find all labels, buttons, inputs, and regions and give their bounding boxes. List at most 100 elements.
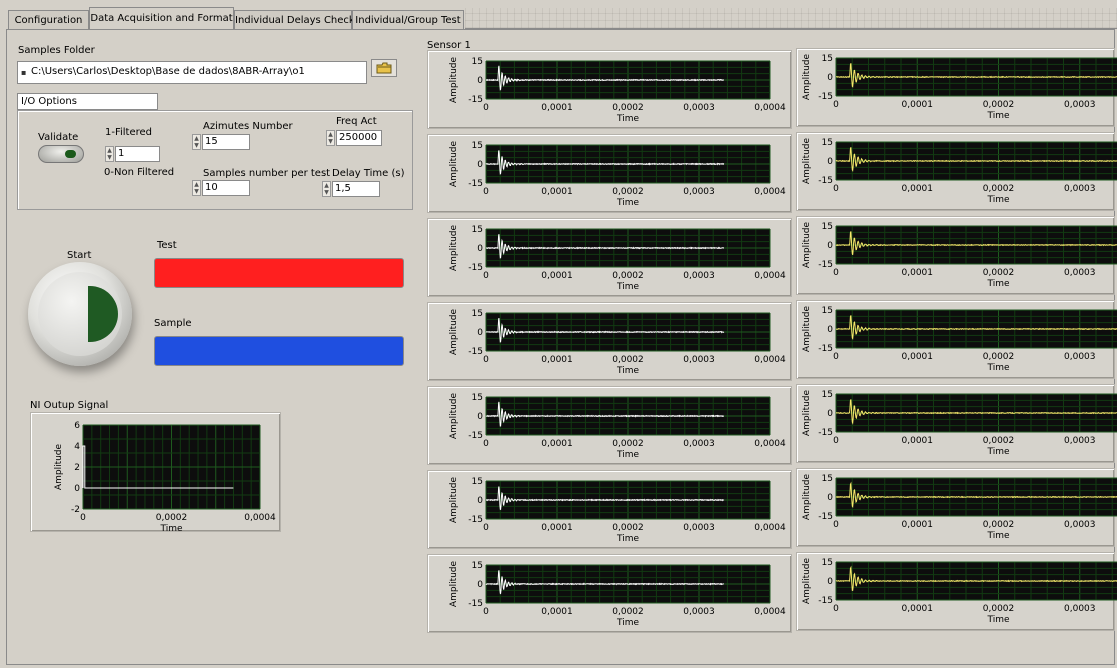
- y-tick-label: -15: [818, 176, 833, 186]
- filtered-numeric[interactable]: ▲ ▼ 1: [105, 146, 160, 162]
- browse-folder-button[interactable]: [371, 59, 397, 77]
- x-tick-label: 0,0004: [754, 187, 786, 197]
- azimutes-spin-icon[interactable]: ▲ ▼: [192, 134, 201, 150]
- x-tick-label: 0,0002: [983, 184, 1015, 194]
- graph-svg: 0 0,0001 0,0002 0,0003 0,0004150-15TimeAmpli…: [449, 56, 786, 124]
- x-axis-title: Time: [616, 366, 639, 376]
- graph-svg: 00,00010,00020,00030,00150-15TimeAmplitu…: [802, 389, 1117, 457]
- y-tick-label: 0: [477, 76, 483, 86]
- x-tick-label: 0,0004: [754, 103, 786, 113]
- delay-time-numeric[interactable]: ▲ ▼ 1,5: [322, 181, 380, 197]
- graph-svg: 00,00010,00020,00030,00150-15TimeAmplitu…: [802, 137, 1117, 205]
- sample-label: Sample: [154, 318, 192, 329]
- x-tick-label: 0,0001: [541, 103, 573, 113]
- tab-individual-group-test[interactable]: Individual/Group Test: [352, 10, 464, 29]
- y-tick-label: 0: [477, 496, 483, 506]
- x-tick-label: 0,0001: [902, 100, 934, 110]
- sensor-graph-left[interactable]: 0 0,0001 0,0002 0,0003 0,0004 15 0 -15 Time Ampli…: [427, 134, 792, 213]
- x-axis-title: Time: [616, 198, 639, 208]
- x-tick-label: 0,0002: [983, 604, 1015, 614]
- y-axis-title: Amplitude: [449, 224, 459, 271]
- delay-time-value[interactable]: 1,5: [332, 181, 380, 197]
- y-axis-title: Amplitude: [54, 443, 64, 490]
- y-tick-label: 15: [472, 561, 483, 571]
- x-axis-title: Time: [986, 111, 1009, 121]
- x-tick-label: 0,0003: [1064, 520, 1096, 530]
- x-axis-title: Time: [986, 363, 1009, 373]
- y-tick-label: -15: [468, 515, 483, 525]
- x-tick-label: 0,0001: [902, 436, 934, 446]
- sensor-graph-left[interactable]: 0 0,0001 0,0002 0,0003 0,0004 15 0 -15 Time Ampli…: [427, 554, 792, 633]
- samples-per-test-numeric[interactable]: ▲ ▼ 10: [192, 180, 250, 196]
- sensor-graph-left[interactable]: 0 0,0001 0,0002 0,0003 0,0004 15 0 -15 Time Ampli…: [427, 386, 792, 465]
- tab-configuration[interactable]: Configuration: [8, 10, 89, 29]
- samples-per-test-label: Samples number per test: [203, 168, 331, 179]
- freq-spin-icon[interactable]: ▲ ▼: [326, 130, 335, 146]
- y-tick-label: 0: [827, 325, 833, 335]
- y-axis-title: Amplitude: [802, 53, 812, 100]
- y-tick-label: -15: [468, 599, 483, 609]
- x-tick-label: 0: [483, 355, 489, 365]
- sensor-graph-right[interactable]: 00,00010,00020,00030,00150-15TimeAmplitu…: [796, 48, 1117, 127]
- x-tick-label: 0,0001: [902, 604, 934, 614]
- x-axis-title: Time: [986, 447, 1009, 457]
- x-tick-label: 0,0001: [541, 523, 573, 533]
- x-axis-title: Time: [986, 195, 1009, 205]
- filtered-spin-icon[interactable]: ▲ ▼: [105, 146, 114, 162]
- graph-svg: 0 0,0001 0,0002 0,0003 0,0004150-15TimeAmpli…: [449, 308, 786, 376]
- x-tick-label: 0,0001: [902, 184, 934, 194]
- sensor-graph-left[interactable]: 0 0,0001 0,0002 0,0003 0,0004 15 0 -15 Time Ampli…: [427, 218, 792, 297]
- validate-label: Validate: [38, 132, 79, 143]
- sensor-graph-right[interactable]: 00,00010,00020,00030,00150-15TimeAmplitu…: [796, 300, 1117, 379]
- y-axis-title: Amplitude: [802, 137, 812, 184]
- azimutes-value[interactable]: 15: [202, 134, 250, 150]
- x-tick-label: 0: [80, 513, 86, 523]
- y-tick-label: -15: [468, 179, 483, 189]
- filtered-value[interactable]: 1: [115, 146, 160, 162]
- x-axis-title: Time: [616, 534, 639, 544]
- sensor-graph-left[interactable]: 0 0,0001 0,0002 0,0003 0,0004 15 0 -15 Time Ampli…: [427, 470, 792, 549]
- samples-spin-icon[interactable]: ▲ ▼: [192, 180, 201, 196]
- y-tick-label: 15: [822, 558, 833, 568]
- x-tick-label: 0,0002: [612, 607, 644, 617]
- x-tick-label: 0,0003: [1064, 604, 1096, 614]
- sensor-graph-right[interactable]: 00,00010,00020,00030,00150-15TimeAmplitu…: [796, 132, 1117, 211]
- start-button[interactable]: [28, 262, 132, 366]
- validate-button[interactable]: [38, 145, 84, 163]
- delay-spin-icon[interactable]: ▲ ▼: [322, 181, 331, 197]
- sensor-graph-right[interactable]: 00,00010,00020,00030,00150-15TimeAmplitu…: [796, 552, 1117, 631]
- sensor-graph-right[interactable]: 00,00010,00020,00030,00150-15TimeAmplitu…: [796, 384, 1117, 463]
- freq-act-numeric[interactable]: ▲ ▼ 250000: [326, 130, 382, 146]
- ni-output-graph[interactable]: 0 0,0002 0,0004 6 4 2 0 -2 Time Amplitude: [30, 412, 281, 534]
- x-axis-title: Time: [616, 114, 639, 124]
- y-axis-title: Amplitude: [449, 56, 459, 103]
- x-tick-label: 0,0002: [983, 520, 1015, 530]
- graph-svg: 00,00010,00020,00030,00150-15TimeAmplitu…: [802, 557, 1117, 625]
- y-tick-label: 0: [477, 328, 483, 338]
- y-axis-title: Amplitude: [802, 557, 812, 604]
- x-tick-label: 0: [483, 607, 489, 617]
- x-tick-label: 0: [483, 271, 489, 281]
- tab-bar: Configuration Data Acquisition and Forma…: [0, 0, 1117, 30]
- tab-individual-delays[interactable]: Individual Delays Check: [234, 10, 355, 29]
- path-type-icon: ▪: [21, 68, 27, 77]
- non-filtered-label: 0-Non Filtered: [104, 167, 175, 178]
- sensor-graph-right[interactable]: 00,00010,00020,00030,00150-15TimeAmplitu…: [796, 468, 1117, 547]
- x-tick-label: 0,0002: [983, 352, 1015, 362]
- x-axis-title: Time: [986, 531, 1009, 541]
- sensor-graph-right[interactable]: 00,00010,00020,00030,00150-15TimeAmplitu…: [796, 216, 1117, 295]
- samples-per-test-value[interactable]: 10: [202, 180, 250, 196]
- azimutes-numeric[interactable]: ▲ ▼ 15: [192, 134, 250, 150]
- sensor-graph-left[interactable]: 0 0,0001 0,0002 0,0003 0,0004 15 0 -15 Time Ampli…: [427, 50, 792, 129]
- x-tick-label: 0: [483, 439, 489, 449]
- freq-act-value[interactable]: 250000: [336, 130, 382, 146]
- tab-data-acquisition[interactable]: Data Acquisition and Format: [89, 7, 234, 30]
- y-tick-label: 15: [822, 306, 833, 316]
- x-tick-label: 0,0001: [902, 520, 934, 530]
- sensor-graph-left[interactable]: 0 0,0001 0,0002 0,0003 0,0004 15 0 -15 Time Ampli…: [427, 302, 792, 381]
- io-options-field[interactable]: I/O Options: [17, 93, 158, 110]
- x-tick-label: 0,0004: [754, 607, 786, 617]
- samples-folder-path[interactable]: ▪ C:\Users\Carlos\Desktop\Base de dados\…: [17, 61, 367, 84]
- y-tick-label: 15: [822, 138, 833, 148]
- samples-folder-path-text: C:\Users\Carlos\Desktop\Base de dados\8A…: [31, 66, 305, 77]
